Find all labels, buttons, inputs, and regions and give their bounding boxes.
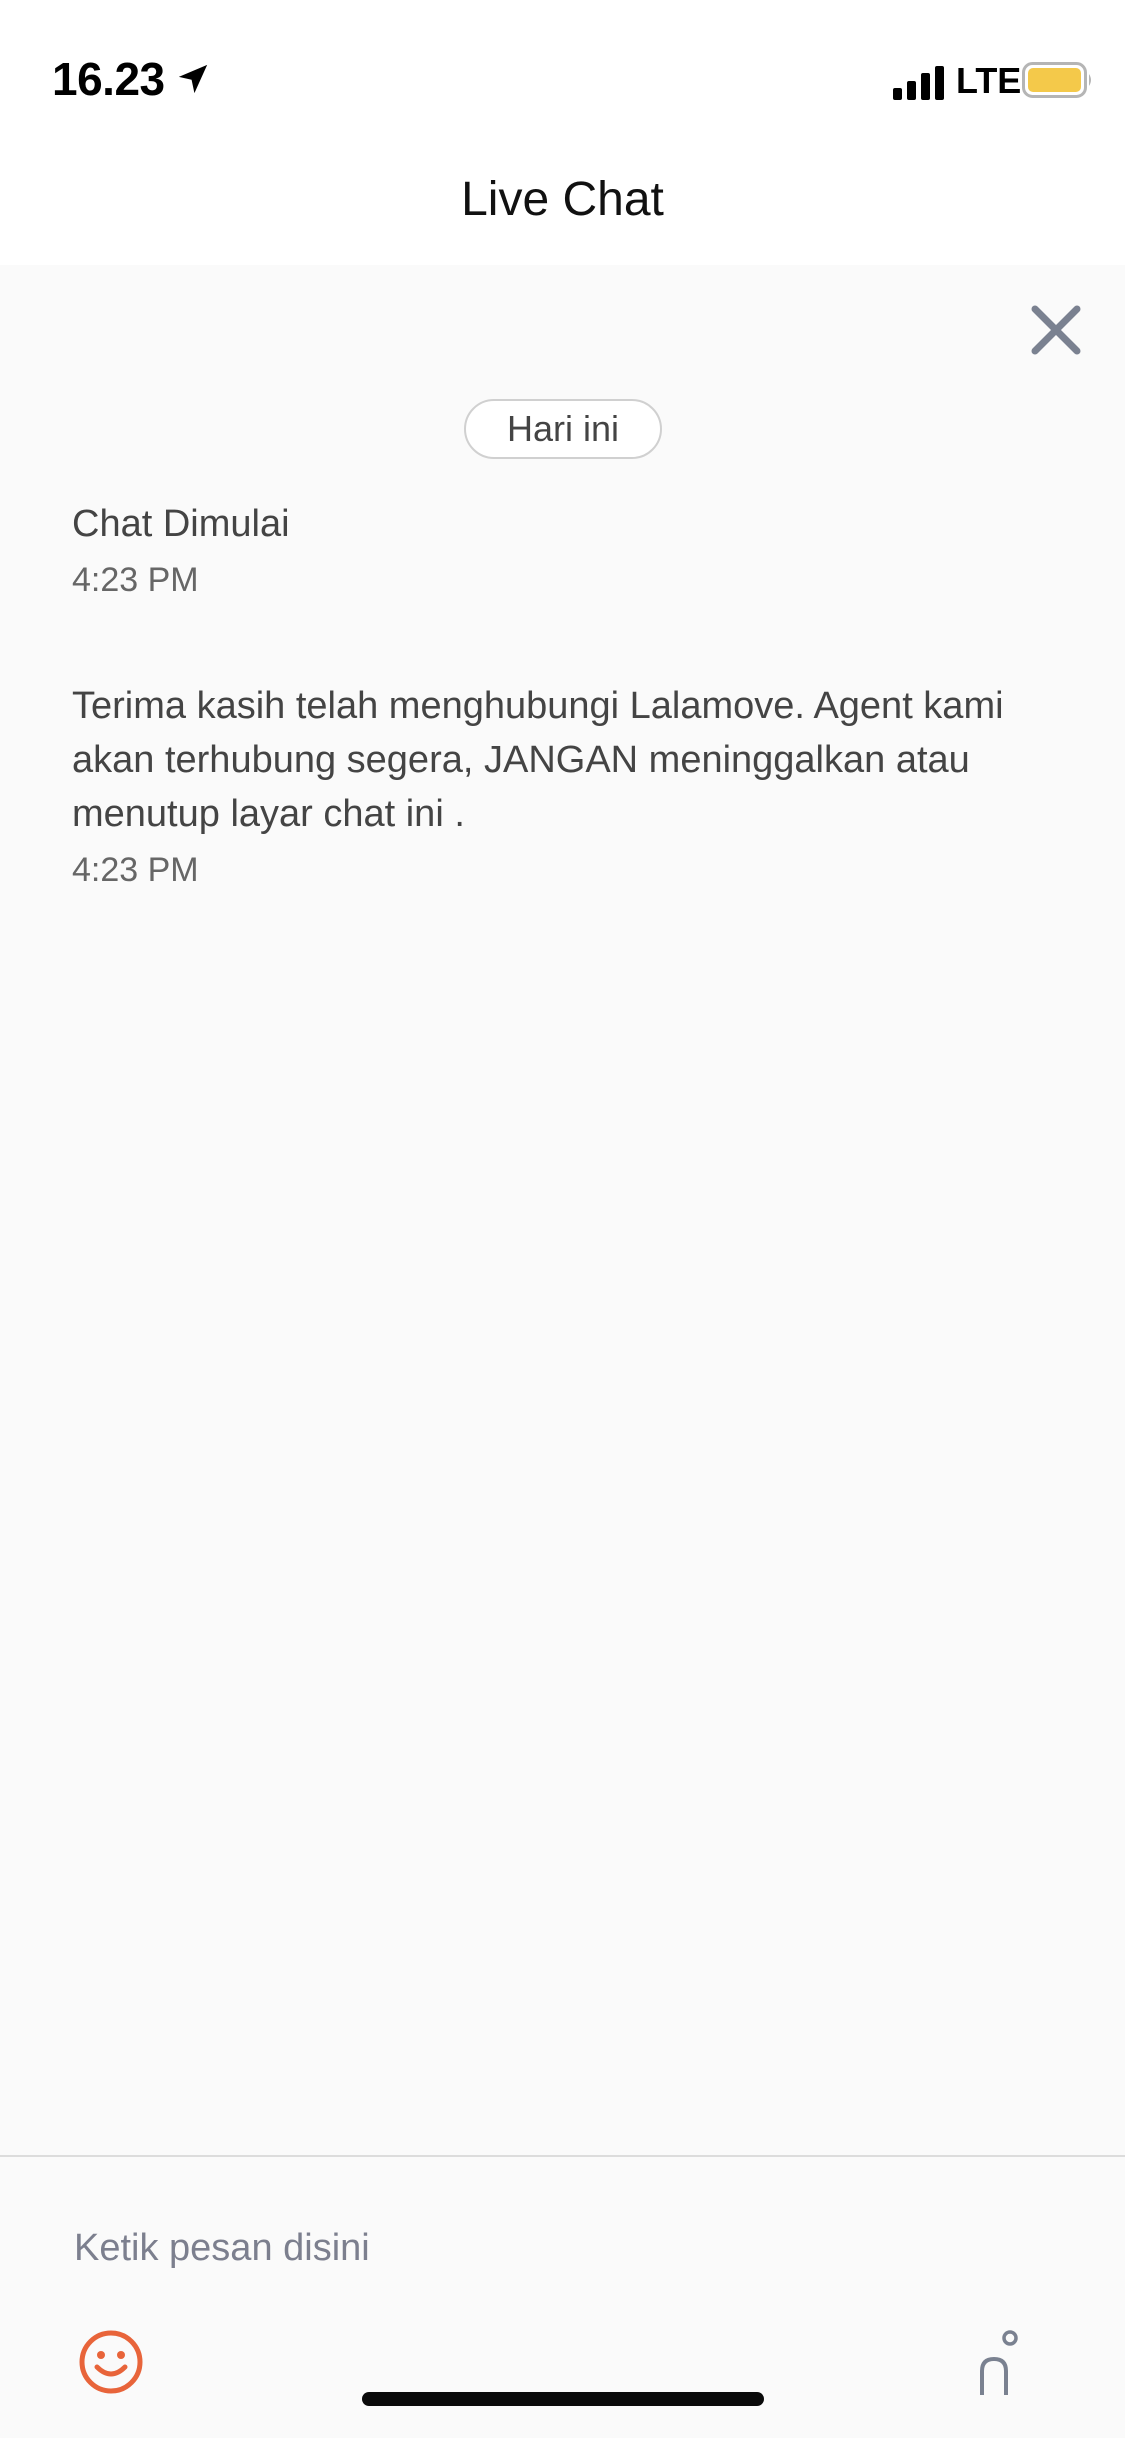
message-timestamp: 4:23 PM (72, 561, 199, 599)
status-bar: 16.23 LTE (0, 0, 1125, 150)
agent-message: Terima kasih telah menghubungi Lalamove.… (72, 685, 1004, 835)
status-time: 16.23 (52, 53, 165, 105)
chat-transcript: Hari ini Chat Dimulai 4:23 PM Terima kas… (0, 265, 1125, 2155)
system-message: Chat Dimulai (72, 503, 290, 545)
message-input[interactable]: Ketik pesan disini (74, 2227, 370, 2270)
close-icon[interactable] (1027, 301, 1085, 359)
home-indicator[interactable] (362, 2392, 764, 2406)
page-title: Live Chat (461, 173, 664, 226)
date-separator: Hari ini (464, 399, 662, 459)
attach-icon[interactable] (976, 2329, 1024, 2395)
network-type: LTE (956, 60, 1022, 101)
location-arrow-icon (178, 64, 208, 94)
message-timestamp: 4:23 PM (72, 851, 199, 889)
battery-icon (1022, 62, 1091, 98)
chat-header: Live Chat (0, 150, 1125, 265)
emoji-icon[interactable] (78, 2329, 144, 2395)
signal-icon (893, 66, 944, 100)
